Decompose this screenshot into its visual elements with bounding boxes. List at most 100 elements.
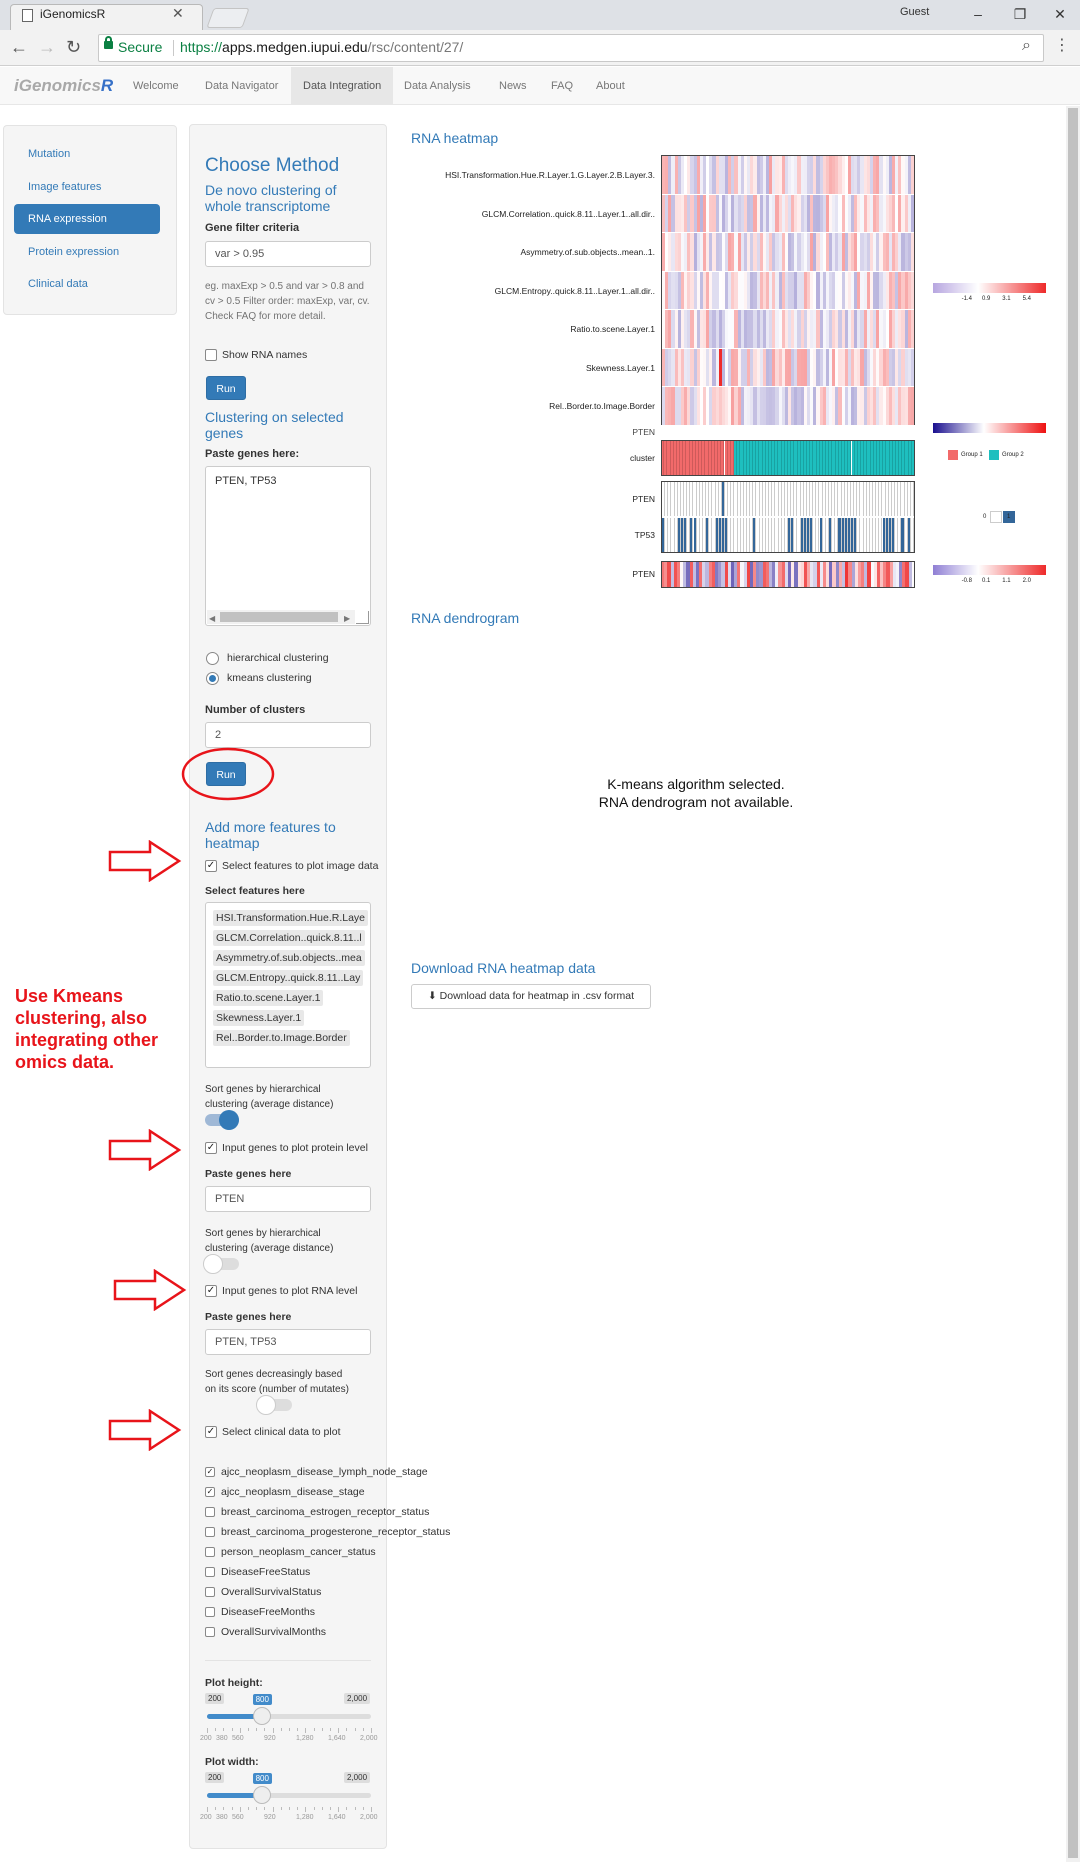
run-denovo-button[interactable]: Run [206,376,246,400]
sort-mut-knob[interactable] [256,1395,276,1415]
heatmap-cell [910,194,915,232]
url-host: apps.medgen.iupui.edu [222,39,368,55]
slider-tick [207,1807,208,1812]
feature-option[interactable]: Ratio.to.scene.Layer.1 [213,990,324,1006]
feature-option[interactable]: GLCM.Entropy..quick.8.11..Lay [213,970,364,986]
page-scroll-thumb[interactable] [1068,108,1078,1858]
textarea-scroll-thumb[interactable] [220,612,338,622]
feature-option[interactable]: Skewness.Layer.1 [213,1010,305,1026]
heatmap-row-label: Rel..Border.to.Image.Border [549,401,655,411]
sidebar-item[interactable]: Clinical data [14,269,160,299]
nav-item[interactable]: Welcome [121,67,191,105]
clinical-item-checkbox[interactable] [205,1567,215,1577]
gene-filter-input[interactable]: var > 0.95 [205,241,371,267]
rna-genes-input[interactable]: PTEN, TP53 [205,1329,371,1355]
scroll-left-icon[interactable]: ◀ [209,614,215,623]
back-icon[interactable]: ← [10,36,28,58]
slider-tick [248,1728,249,1731]
sidebar-item[interactable]: Protein expression [14,237,160,267]
select-features-label: Select features here [205,885,305,897]
plot-width-min: 200 [205,1772,225,1783]
clinical-item-checkbox[interactable] [205,1607,215,1617]
clinical-item-checkbox[interactable] [205,1587,215,1597]
url-text[interactable]: https://apps.medgen.iupui.edu/rsc/conten… [180,39,463,55]
slider-tick [313,1807,315,1810]
plot-height-handle[interactable] [252,1707,271,1725]
nav-item[interactable]: News [487,67,539,105]
sidebar-item[interactable]: Mutation [14,139,160,169]
heatmap-row-label: GLCM.Entropy..quick.8.11..Layer.1..all.d… [494,285,655,296]
slider-tick [215,1728,217,1731]
heatmap-row-label: Asymmetry.of.sub.objects..mean..1. [520,247,655,257]
protein-genes-input[interactable]: PTEN [205,1186,371,1212]
protein-checkbox[interactable]: ✓ [205,1142,217,1154]
brand-logo[interactable]: iGenomicsR [14,76,113,96]
slider-tick [321,1728,323,1731]
nav-item[interactable]: FAQ [539,67,585,105]
clinical-checkbox[interactable]: ✓ [205,1426,217,1438]
clinical-item-checkbox[interactable] [205,1627,215,1637]
slider-tick [215,1807,217,1810]
feature-option[interactable]: Asymmetry.of.sub.objects..mea [213,950,365,966]
image-data-checkbox[interactable]: ✓ [205,860,217,872]
dendrogram-title: RNA dendrogram [411,610,520,626]
slider-tick [248,1807,249,1810]
zoom-icon[interactable]: ⌕ [1022,37,1031,55]
clinical-item-checkbox[interactable]: ✓ [205,1467,215,1477]
panel-divider [205,1660,371,1661]
menu-icon[interactable]: ⋮ [1054,38,1070,54]
sidebar-item[interactable]: RNA expression [14,204,160,234]
image-data-label: Select features to plot image data [222,860,379,872]
denovo-heading: De novo clustering of whole transcriptom… [205,182,337,215]
close-window-icon[interactable]: ✕ [1040,2,1080,26]
nav-item[interactable]: Data Navigator [193,67,290,105]
new-tab-button[interactable] [206,8,250,28]
slider-tick [289,1728,290,1731]
slider-tick [354,1728,356,1731]
sort-hier-knob-1[interactable] [219,1110,239,1130]
image-legend-tick: -1.4 [961,296,972,302]
feature-option[interactable]: HSI.Transformation.Hue.R.Laye [213,910,369,926]
clinical-item-checkbox[interactable] [205,1507,215,1517]
slider-tick-label: 920 [264,1814,276,1821]
dendrogram-message-1: K-means algorithm selected. [607,776,785,792]
rna-legend-tick: 0.1 [981,578,991,584]
nav-item[interactable]: Data Integration [291,67,394,105]
sidebar-item[interactable]: Image features [14,172,160,202]
dendrogram-message-2: RNA dendrogram not available. [598,794,794,810]
rna-checkbox[interactable]: ✓ [205,1285,217,1297]
slider-tick-label: 200 [200,1814,212,1821]
slider-tick [330,1728,331,1731]
clinical-item-checkbox[interactable] [205,1547,215,1557]
show-rna-names-checkbox[interactable] [205,349,217,361]
rna-legend-tick: 1.1 [1002,578,1011,584]
forward-icon[interactable]: → [38,36,56,58]
feature-option[interactable]: Rel..Border.to.Image.Border [213,1030,350,1046]
mutation-cell [910,518,914,552]
mutation-legend-0: 0 [983,514,987,520]
nav-item[interactable]: Data Analysis [392,67,483,105]
clinical-item-checkbox[interactable] [205,1527,215,1537]
scroll-right-icon[interactable]: ▶ [344,614,350,623]
brand-main: iGenomics [14,76,101,95]
heatmap-cell [910,233,915,271]
clinical-item-label: OverallSurvivalStatus [221,1586,322,1598]
minimize-icon[interactable]: – [958,2,998,26]
user-label[interactable]: Guest [900,6,929,18]
slider-tick [223,1807,225,1810]
resize-handle-icon[interactable] [356,611,369,624]
clinical-item-checkbox[interactable]: ✓ [205,1487,215,1497]
paste-genes-textarea[interactable]: PTEN, TP53 ◀ ▶ [205,466,371,626]
group1-swatch [948,450,958,460]
plot-width-handle[interactable] [252,1786,271,1804]
nav-item[interactable]: About [584,67,637,105]
hierarchical-radio[interactable] [206,652,219,665]
kmeans-radio[interactable] [206,672,219,685]
restore-icon[interactable]: ❐ [1000,2,1040,26]
download-button[interactable]: ⬇ Download data for heatmap in .csv form… [411,984,651,1009]
feature-option[interactable]: GLCM.Correlation..quick.8.11..l [213,930,365,946]
sort-hier-knob-2[interactable] [203,1254,223,1274]
reload-icon[interactable]: ↻ [66,36,81,58]
secure-label: Secure [118,39,163,55]
close-tab-icon[interactable]: ✕ [172,5,184,22]
